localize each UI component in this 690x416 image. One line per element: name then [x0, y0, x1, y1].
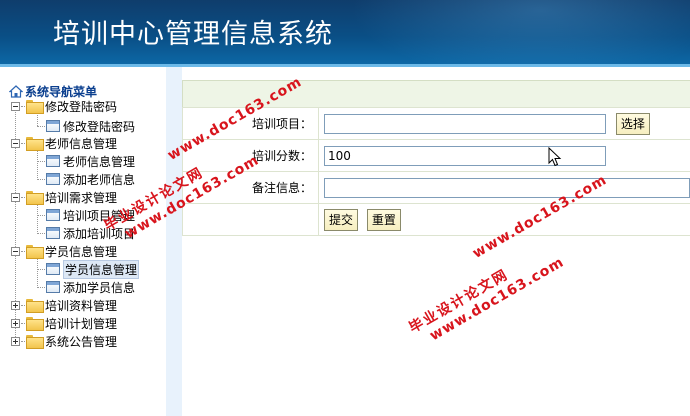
sidebar-group-label: 系统公告管理 — [45, 334, 118, 349]
sidebar-item-label: 添加培训项目 — [63, 226, 136, 241]
field-label: 培训分数： — [182, 139, 319, 172]
form-table: 培训项目： 选择 培训分数： 备注信息： 提交 重置 — [182, 107, 690, 236]
folder-icon — [26, 245, 44, 259]
page-icon — [46, 155, 60, 167]
sidebar-item-label: 添加老师信息 — [63, 172, 136, 187]
sidebar-item-student-add[interactable]: 添加学员信息 — [37, 278, 135, 296]
sidebar: 系统导航菜单 修改登陆密码 修改登陆密码 老师信息管理 老师信息管理 添加老师信… — [0, 67, 166, 416]
page-icon — [46, 227, 60, 239]
score-input[interactable] — [324, 145, 606, 166]
sidebar-item-label: 老师信息管理 — [63, 154, 136, 169]
watermark-line2: www.doc163.com — [427, 254, 567, 345]
sidebar-group-label: 培训需求管理 — [45, 190, 118, 205]
sidebar-item-teacher-manage[interactable]: 老师信息管理 — [37, 152, 135, 170]
folder-icon — [26, 137, 44, 151]
sidebar-group-label: 培训计划管理 — [45, 316, 118, 331]
sidebar-group-password[interactable]: 修改登陆密码 — [11, 97, 117, 115]
folder-icon — [26, 317, 44, 331]
sidebar-group-materials[interactable]: 培训资料管理 — [11, 296, 117, 314]
sidebar-item-project-manage[interactable]: 培训项目管理 — [37, 206, 135, 224]
sidebar-item-teacher-add[interactable]: 添加老师信息 — [37, 170, 135, 188]
page-icon — [46, 173, 60, 185]
sidebar-group-label: 修改登陆密码 — [45, 99, 118, 114]
watermark-line1: 毕业设计论文网 — [406, 266, 512, 337]
main-form: 培训项目： 选择 培训分数： 备注信息： 提交 重置 — [182, 80, 690, 236]
tree-connector — [21, 304, 25, 306]
tree-connector — [21, 142, 25, 144]
form-row: 培训分数： — [182, 139, 690, 172]
tree-connector — [21, 250, 25, 252]
sidebar-item-label: 学员信息管理 — [63, 259, 140, 279]
reset-button[interactable]: 重置 — [366, 208, 401, 231]
project-input[interactable] — [324, 113, 606, 134]
sidebar-group-teachers[interactable]: 老师信息管理 — [11, 134, 117, 152]
folder-icon — [26, 335, 44, 349]
app-title: 培训中心管理信息系统 — [53, 19, 333, 50]
home-icon — [9, 84, 23, 98]
folder-icon — [26, 299, 44, 313]
sidebar-group-training-needs[interactable]: 培训需求管理 — [11, 188, 117, 206]
tree-connector — [37, 268, 45, 270]
cursor-icon — [548, 147, 562, 167]
button-cell: 提交 重置 — [318, 203, 690, 236]
sidebar-item-label: 修改登陆密码 — [63, 119, 136, 134]
sidebar-group-label: 培训资料管理 — [45, 298, 118, 313]
form-row: 备注信息： — [182, 171, 690, 204]
form-row: 培训项目： 选择 — [182, 107, 690, 140]
tree-connector — [37, 232, 45, 234]
expand-icon[interactable] — [11, 300, 20, 310]
page-icon — [46, 263, 60, 275]
tree-connector — [21, 105, 25, 107]
sidebar-group-label: 老师信息管理 — [45, 136, 118, 151]
sidebar-group-plans[interactable]: 培训计划管理 — [11, 314, 117, 332]
expand-icon[interactable] — [11, 318, 20, 328]
submit-button[interactable]: 提交 — [324, 208, 359, 231]
field-label: 备注信息： — [182, 171, 319, 204]
tree-connector — [21, 196, 25, 198]
form-row: 提交 重置 — [182, 203, 690, 236]
tree-connector — [37, 125, 45, 127]
watermark: 毕业设计论文网 www.doc163.com — [405, 237, 567, 351]
form-header-bar — [182, 80, 690, 108]
select-button[interactable]: 选择 — [615, 112, 650, 135]
tree-connector — [21, 322, 25, 324]
expand-icon[interactable] — [11, 336, 20, 346]
collapse-icon[interactable] — [11, 138, 20, 148]
sidebar-item-label: 培训项目管理 — [63, 208, 136, 223]
empty-label-cell — [182, 203, 319, 236]
field-cell — [318, 171, 690, 204]
collapse-icon[interactable] — [11, 101, 20, 111]
collapse-icon[interactable] — [11, 246, 20, 256]
folder-icon — [26, 191, 44, 205]
sidebar-group-announcements[interactable]: 系统公告管理 — [11, 332, 117, 350]
field-label: 培训项目： — [182, 107, 319, 140]
page-icon — [46, 120, 60, 132]
tree-connector — [37, 286, 45, 288]
header-banner: 培训中心管理信息系统 — [0, 0, 690, 67]
sidebar-divider — [166, 67, 182, 416]
sidebar-item-label: 添加学员信息 — [63, 280, 136, 295]
sidebar-group-students[interactable]: 学员信息管理 — [11, 242, 117, 260]
page-icon — [46, 209, 60, 221]
tree-connector — [37, 178, 45, 180]
header-glow — [350, 0, 690, 67]
sidebar-item-student-manage[interactable]: 学员信息管理 — [37, 259, 140, 279]
tree-connector — [37, 160, 45, 162]
tree-connector — [37, 214, 45, 216]
field-cell: 选择 — [318, 107, 690, 140]
tree-connector — [21, 340, 25, 342]
folder-icon — [26, 100, 44, 114]
field-cell — [318, 139, 690, 172]
sidebar-group-label: 学员信息管理 — [45, 244, 118, 259]
remarks-input[interactable] — [324, 177, 690, 198]
page-icon — [46, 281, 60, 293]
sidebar-item-change-password[interactable]: 修改登陆密码 — [37, 117, 135, 135]
sidebar-item-project-add[interactable]: 添加培训项目 — [37, 224, 135, 242]
collapse-icon[interactable] — [11, 192, 20, 202]
